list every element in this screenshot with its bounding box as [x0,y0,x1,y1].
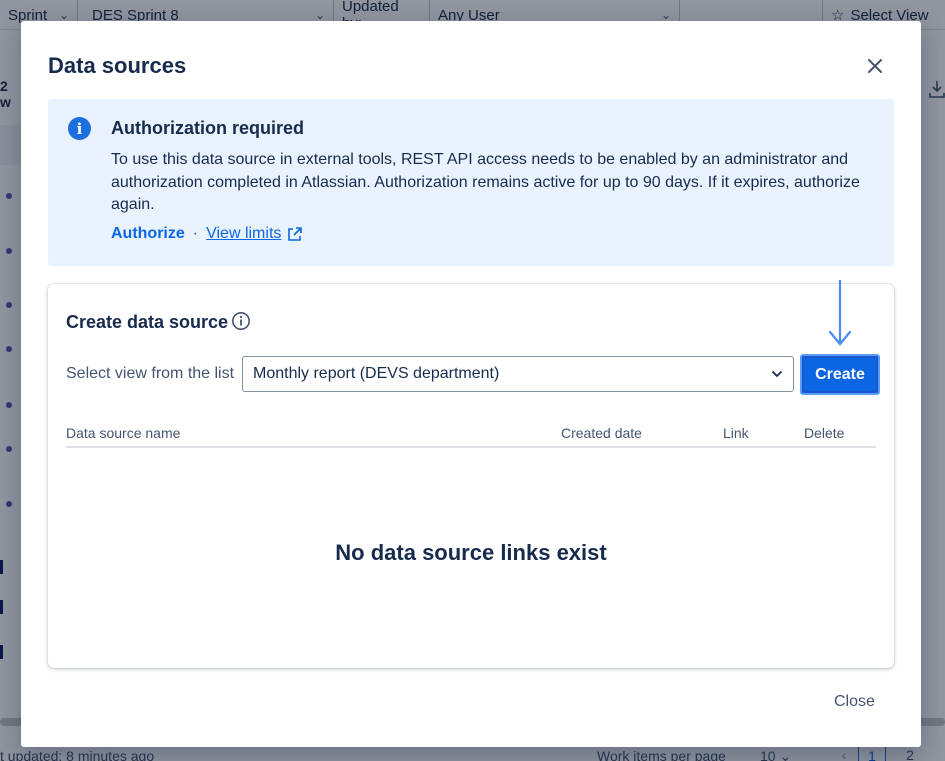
chevron-down-icon [771,370,783,378]
data-sources-dialog: Data sources i Authorization required To… [21,21,921,747]
info-icon: i [68,117,91,140]
external-link-icon[interactable] [287,226,303,242]
view-select[interactable]: Monthly report (DEVS department) [242,356,794,392]
select-view-label: Select view from the list [66,365,235,382]
separator: · [192,225,199,242]
arrow-down-icon [828,280,852,346]
create-data-source-card: Create data source Select view from the … [48,280,894,668]
banner-heading: Authorization required [111,118,304,138]
column-header-delete: Delete [804,425,845,441]
empty-state-message: No data source links exist [335,540,607,565]
dialog-title: Data sources [48,53,187,78]
column-header-created-date: Created date [561,425,642,441]
view-select-value: Monthly report (DEVS department) [253,365,500,382]
close-button[interactable]: Close [828,689,881,715]
card-title: Create data source [66,312,229,332]
close-icon[interactable] [863,54,887,78]
data-source-table-header: Data source name Created date Link Delet… [66,422,876,448]
info-outline-icon[interactable] [231,311,251,331]
banner-actions: Authorize · View limits [111,225,303,243]
create-button[interactable]: Create [800,354,880,395]
column-header-name: Data source name [66,425,181,441]
authorize-link[interactable]: Authorize [111,225,185,243]
authorization-banner: i Authorization required To use this dat… [48,99,894,266]
view-limits-link[interactable]: View limits [206,225,281,243]
banner-text: To use this data source in external tool… [111,151,860,213]
column-header-link: Link [723,425,749,441]
